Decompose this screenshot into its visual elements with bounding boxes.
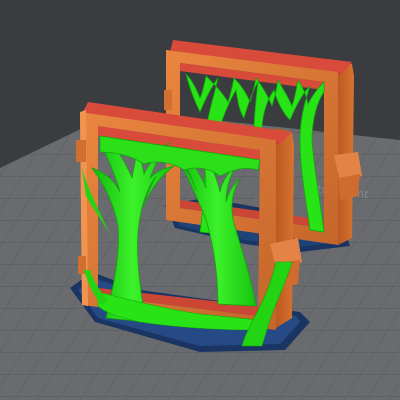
3d-viewport[interactable]: ntum print [0, 0, 400, 400]
slicer-scene[interactable]: ntum print [0, 0, 400, 400]
